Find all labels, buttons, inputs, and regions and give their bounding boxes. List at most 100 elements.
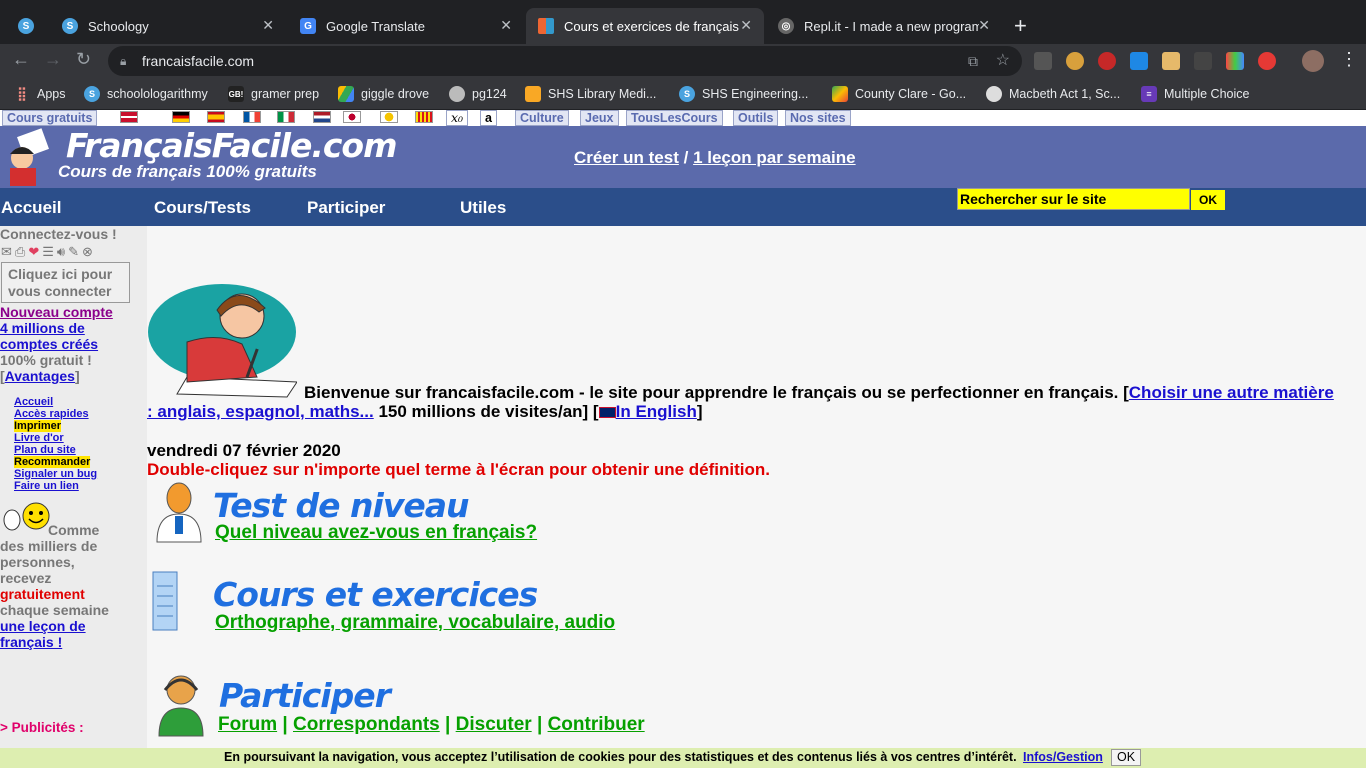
- forum-link[interactable]: Forum: [218, 714, 277, 735]
- nav-utiles[interactable]: Utiles: [460, 198, 506, 218]
- new-tab-button[interactable]: +: [1014, 13, 1027, 39]
- bookmark-label: giggle drove: [361, 87, 430, 101]
- bookmark-gramer-prep[interactable]: GB! gramer prep: [228, 86, 319, 102]
- reload-icon[interactable]: ↻: [76, 49, 91, 70]
- top-menu-jeux[interactable]: Jeux: [580, 110, 619, 126]
- japan-flag-icon[interactable]: [343, 111, 361, 123]
- tab-title: Google Translate: [326, 18, 426, 34]
- tab-replit[interactable]: ◎ Repl.it - I made a new program ✕: [766, 8, 1002, 44]
- search-ok-button[interactable]: OK: [1191, 190, 1225, 210]
- bookmark-shs-library[interactable]: SHS Library Medi...: [525, 86, 656, 102]
- bookmark-schoolologarithmy[interactable]: S schoolologarithmy: [84, 86, 208, 102]
- red-extension-icon[interactable]: [1258, 52, 1276, 70]
- list-icon[interactable]: ☰: [42, 244, 54, 260]
- address-bar[interactable]: 🔒︎ francaisfacile.com ⧉ ☆: [108, 46, 1022, 76]
- owl-extension-icon[interactable]: [1066, 52, 1084, 70]
- sidebar-link-acces-rapides[interactable]: Accès rapides: [14, 408, 89, 420]
- top-menu-outils[interactable]: Outils: [733, 110, 779, 126]
- checkmark-extension-icon[interactable]: [1130, 52, 1148, 70]
- letter-a-icon[interactable]: a: [480, 110, 497, 126]
- sidebar-link-livre-dor[interactable]: Livre d'or: [14, 432, 64, 444]
- bookmark-county-clare[interactable]: County Clare - Go...: [832, 86, 966, 102]
- new-account-link[interactable]: Nouveau compte: [0, 304, 113, 320]
- esperanto-icon[interactable]: [380, 111, 398, 123]
- advantages-link[interactable]: Avantages: [5, 368, 75, 384]
- create-test-link[interactable]: Créer un test: [574, 148, 679, 167]
- top-menu-cours-gratuits[interactable]: Cours gratuits: [2, 110, 98, 126]
- logo-mascot-icon[interactable]: [0, 128, 56, 186]
- profile-avatar[interactable]: [1302, 50, 1324, 72]
- envelope-icon[interactable]: ✉: [1, 244, 12, 260]
- color-extension-icon[interactable]: [1226, 52, 1244, 70]
- germany-flag-icon[interactable]: [172, 111, 190, 123]
- bookmark-multiple-choice[interactable]: ≡ Multiple Choice: [1141, 86, 1249, 102]
- france-flag-icon[interactable]: [243, 111, 261, 123]
- sidebar-link-recommander[interactable]: Recommander: [14, 456, 91, 468]
- documents-icon[interactable]: [151, 566, 181, 636]
- cours-exercices-link[interactable]: Orthographe, grammaire, vocabulaire, aud…: [215, 612, 615, 634]
- tab-francais-facile[interactable]: Cours et exercices de français ✕: [526, 8, 764, 44]
- accounts-count-link[interactable]: 4 millions de comptes créés: [0, 320, 120, 352]
- bookmark-star-icon[interactable]: ☆: [996, 46, 1010, 76]
- printer-icon[interactable]: ⎙: [15, 244, 25, 260]
- tab-schoology[interactable]: S Schoology ✕: [50, 8, 286, 44]
- weekly-lesson-link[interactable]: 1 leçon par semaine: [693, 148, 856, 167]
- cours-exercices-title[interactable]: Cours et exercices: [213, 575, 538, 614]
- heart-icon[interactable]: ❤: [28, 244, 39, 260]
- crx-extension-icon[interactable]: [1034, 52, 1052, 70]
- discuter-link[interactable]: Discuter: [456, 714, 532, 735]
- bookmark-pg124[interactable]: pg124: [449, 86, 507, 102]
- cookie-info-link[interactable]: Infos/Gestion: [1023, 750, 1103, 764]
- sidebar-link-accueil[interactable]: Accueil: [14, 396, 53, 408]
- top-menu-culture[interactable]: Culture: [515, 110, 569, 126]
- test-niveau-title[interactable]: Test de niveau: [213, 486, 469, 525]
- close-icon[interactable]: ✕: [262, 17, 274, 34]
- notepad-icon[interactable]: ✎: [68, 244, 79, 260]
- cookie-ok-button[interactable]: OK: [1111, 749, 1141, 766]
- in-english-link[interactable]: In English: [616, 402, 697, 421]
- bookmark-apps[interactable]: ⣿ Apps: [14, 86, 65, 102]
- sidebar-link-signaler-bug[interactable]: Signaler un bug: [14, 468, 97, 480]
- top-menu-nos-sites[interactable]: Nos sites: [785, 110, 851, 126]
- sidebar-link-plan-du-site[interactable]: Plan du site: [14, 444, 76, 456]
- nav-cours-tests[interactable]: Cours/Tests: [154, 198, 251, 218]
- forward-arrow-icon[interactable]: →: [44, 49, 62, 70]
- weekly-lesson-sidebar-link[interactable]: une leçon de français !: [0, 618, 110, 650]
- correspondants-link[interactable]: Correspondants: [293, 714, 440, 735]
- uk-flag-icon[interactable]: [120, 111, 138, 123]
- close-icon[interactable]: ✕: [500, 17, 512, 34]
- nav-participer[interactable]: Participer: [307, 198, 385, 218]
- tab-pinned-schoology[interactable]: S: [6, 8, 52, 44]
- translate-icon[interactable]: ⧉: [968, 46, 978, 76]
- math-x0-icon[interactable]: x₀: [446, 110, 469, 126]
- bookmark-macbeth[interactable]: Macbeth Act 1, Sc...: [986, 86, 1120, 102]
- test-niveau-link[interactable]: Quel niveau avez-vous en français?: [215, 522, 537, 544]
- participer-title[interactable]: Participer: [219, 676, 391, 715]
- bookmark-giggle-drove[interactable]: giggle drove: [338, 86, 429, 102]
- sidebar-link-imprimer[interactable]: Imprimer: [14, 420, 62, 432]
- top-menu-touslescours[interactable]: TousLesCours: [626, 110, 723, 126]
- italy-flag-icon[interactable]: [277, 111, 295, 123]
- contribuer-link[interactable]: Contribuer: [548, 714, 645, 735]
- back-arrow-icon[interactable]: ←: [12, 49, 30, 70]
- close-icon[interactable]: ✕: [740, 17, 752, 34]
- dark-extension-icon[interactable]: [1194, 52, 1212, 70]
- speaker-icon[interactable]: 🔊︎: [57, 244, 65, 260]
- nav-accueil[interactable]: Accueil: [1, 198, 61, 218]
- adblock-extension-icon[interactable]: [1098, 52, 1116, 70]
- catalan-flag-icon[interactable]: [415, 111, 433, 123]
- headset-person-icon[interactable]: [155, 672, 211, 738]
- site-logo-title[interactable]: FrançaisFacile.com: [66, 126, 397, 165]
- sidebar-link-faire-lien[interactable]: Faire un lien: [14, 480, 79, 492]
- close-icon[interactable]: ✕: [978, 17, 990, 34]
- menu-dots-icon[interactable]: ⋮: [1340, 49, 1358, 70]
- tab-google-translate[interactable]: G Google Translate ✕: [288, 8, 524, 44]
- netherlands-flag-icon[interactable]: [313, 111, 331, 123]
- bookmark-shs-engineering[interactable]: S SHS Engineering...: [679, 86, 808, 102]
- spain-flag-icon[interactable]: [207, 111, 225, 123]
- site-search-input[interactable]: Rechercher sur le site: [957, 188, 1190, 210]
- login-button[interactable]: Cliquez ici pour vous connecter: [1, 262, 130, 303]
- test-person-icon[interactable]: [153, 480, 205, 544]
- close-circle-icon[interactable]: ⊗: [82, 244, 93, 260]
- box-extension-icon[interactable]: [1162, 52, 1180, 70]
